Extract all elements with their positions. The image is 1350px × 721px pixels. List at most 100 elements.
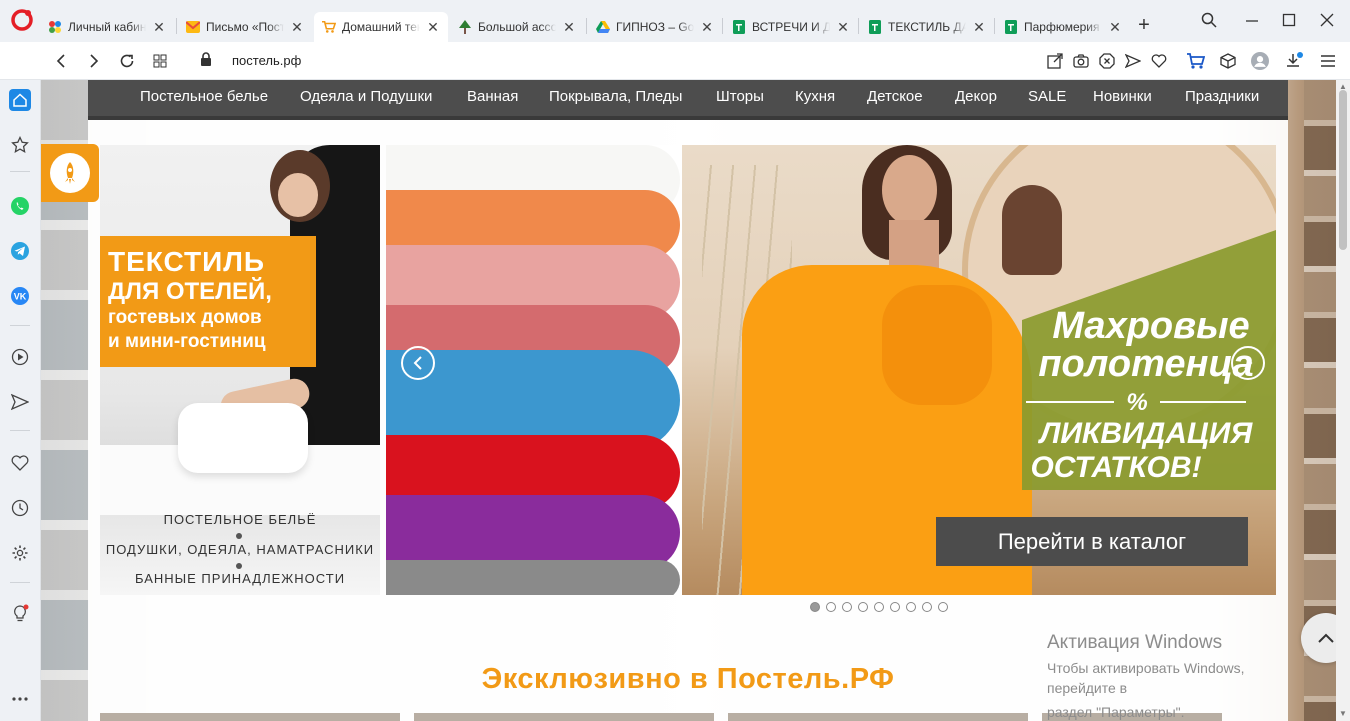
tab-big-assortment[interactable]: Большой ассортимент ✕ [450,12,584,42]
lightbulb-icon[interactable] [9,603,31,625]
window-close-icon[interactable] [1315,8,1339,32]
menu-icon[interactable] [1319,52,1337,70]
tab-close-icon[interactable]: ✕ [152,19,166,36]
heart-icon[interactable] [1150,52,1168,70]
camera-icon[interactable] [1072,52,1090,70]
box-icon[interactable] [1219,52,1237,70]
promo-subtitle-line1: ЛИКВИДАЦИЯ [1039,417,1253,450]
nav-kids[interactable]: Детское [867,88,923,105]
share-icon[interactable] [1046,52,1064,70]
tab-personal-account[interactable]: Личный кабинет ✕ [40,12,174,42]
hotel-banner-list-item: БАННЫЕ ПРИНАДЛЕЖНОСТИ [134,571,346,586]
nav-bedding[interactable]: Постельное белье [140,88,268,105]
vk-icon[interactable]: VK [9,285,31,307]
download-icon[interactable] [1285,52,1303,70]
activation-title: Активация Windows [1047,632,1223,653]
promo-divider [1026,401,1114,403]
tab-close-icon[interactable]: ✕ [700,19,714,36]
towel-stack-image [386,560,680,595]
minimize-icon[interactable] [1240,8,1264,32]
avatar-icon[interactable] [1251,52,1269,70]
slider-dot[interactable] [938,602,948,612]
whatsapp-icon[interactable] [9,195,31,217]
tab-title: Большой ассортимент [478,20,556,34]
tab-meetings[interactable]: ВСТРЕЧИ И ДОСТАВКИ ✕ [724,12,858,42]
send-icon[interactable] [1124,52,1142,70]
adblock-icon[interactable] [1098,52,1116,70]
url-field[interactable]: постель.рф [232,53,301,68]
player-icon[interactable] [9,346,31,368]
page-scrollbar[interactable]: ▲ ▼ [1336,80,1350,721]
site-container: Постельное белье Одеяла и Подушки Ванная… [88,80,1350,721]
tab-letter[interactable]: Письмо «Постель» ✕ [178,12,312,42]
reload-icon[interactable] [116,50,138,72]
slider-dot[interactable] [858,602,868,612]
slider-next-button[interactable] [1231,346,1265,380]
slider-dot[interactable] [810,602,820,612]
tab-google-drive[interactable]: ГИПНОЗ – Google Диск ✕ [588,12,722,42]
product-thumbnail[interactable] [728,713,1028,721]
hotel-banner-list-item: ПОСТЕЛЬНОЕ БЕЛЬЁ [163,512,317,527]
star-icon[interactable] [9,134,31,156]
slider-dot[interactable] [890,602,900,612]
slider-dot[interactable] [842,602,852,612]
slider-dot[interactable] [906,602,916,612]
nav-curtains[interactable]: Шторы [716,88,764,105]
maximize-icon[interactable] [1277,8,1301,32]
telegram-icon[interactable] [9,240,31,262]
sidebar-divider [10,171,30,172]
activation-line: Чтобы активировать Windows, перейдите в [1047,660,1245,696]
nav-sale[interactable]: SALE [1028,88,1066,105]
rocket-icon [50,153,90,193]
hotel-banner-list-item: ПОДУШКИ, ОДЕЯЛА, НАМАТРАСНИКИ [105,542,375,557]
nav-blankets-pillows[interactable]: Одеяла и Подушки [300,88,432,105]
floating-rocket-button[interactable] [41,144,99,202]
promo-slider[interactable]: Махровые полотенца % ЛИКВИДАЦИЯ ОСТАТКОВ… [386,145,1276,595]
slider-dot[interactable] [874,602,884,612]
browser-logo-icon[interactable] [10,8,34,32]
nav-bathroom[interactable]: Ванная [467,88,518,105]
slider-dot[interactable] [826,602,836,612]
go-to-catalog-button[interactable]: Перейти в каталог [936,517,1248,566]
lock-icon[interactable] [200,52,214,68]
tab-close-icon[interactable]: ✕ [562,19,576,36]
settings-gear-icon[interactable] [9,542,31,564]
heart-sidebar-icon[interactable] [9,452,31,474]
more-icon[interactable] [9,688,31,710]
nav-holidays[interactable]: Праздники [1185,88,1259,105]
history-icon[interactable] [9,497,31,519]
shopping-cart-icon[interactable] [1187,52,1205,70]
search-tabs-icon[interactable] [1197,8,1221,32]
browser-sidebar: VK [0,80,41,721]
tab-close-icon[interactable]: ✕ [1108,19,1122,36]
scroll-down-arrow-icon[interactable]: ▼ [1336,707,1350,721]
tab-close-icon[interactable]: ✕ [972,19,986,36]
tab-close-icon[interactable]: ✕ [290,19,304,36]
tab-close-icon[interactable]: ✕ [426,19,440,36]
towel-stack-image [386,495,680,570]
new-tab-button[interactable]: + [1134,14,1154,38]
chevron-up-icon [1318,633,1334,643]
home-icon[interactable] [9,89,31,111]
nav-decor[interactable]: Декор [955,88,997,105]
slider-prev-button[interactable] [401,346,435,380]
forward-icon[interactable] [83,50,105,72]
promo-title-line2: полотенца [1038,343,1254,385]
tab-home-textile[interactable]: Домашний текстиль ✕ [314,12,448,42]
slider-dot[interactable] [922,602,932,612]
product-thumbnail[interactable] [100,713,400,721]
tab-separator [586,18,587,34]
speed-dial-icon[interactable] [149,50,171,72]
tab-perfume[interactable]: Парфюмерия и ✕ [996,12,1130,42]
nav-kitchen[interactable]: Кухня [795,88,835,105]
tab-textile-dacha[interactable]: ТЕКСТИЛЬ ДАЧА ✕ [860,12,994,42]
tab-separator [994,18,995,34]
nav-bedspreads[interactable]: Покрывала, Пледы [549,88,682,105]
hotel-textile-banner[interactable]: ТЕКСТИЛЬ ДЛЯ ОТЕЛЕЙ, гостевых домов и ми… [100,145,380,595]
send-sidebar-icon[interactable] [9,391,31,413]
scrollbar-thumb[interactable] [1339,90,1347,250]
back-icon[interactable] [50,50,72,72]
product-thumbnail[interactable] [414,713,714,721]
tab-close-icon[interactable]: ✕ [836,19,850,36]
nav-new[interactable]: Новинки [1093,88,1152,105]
